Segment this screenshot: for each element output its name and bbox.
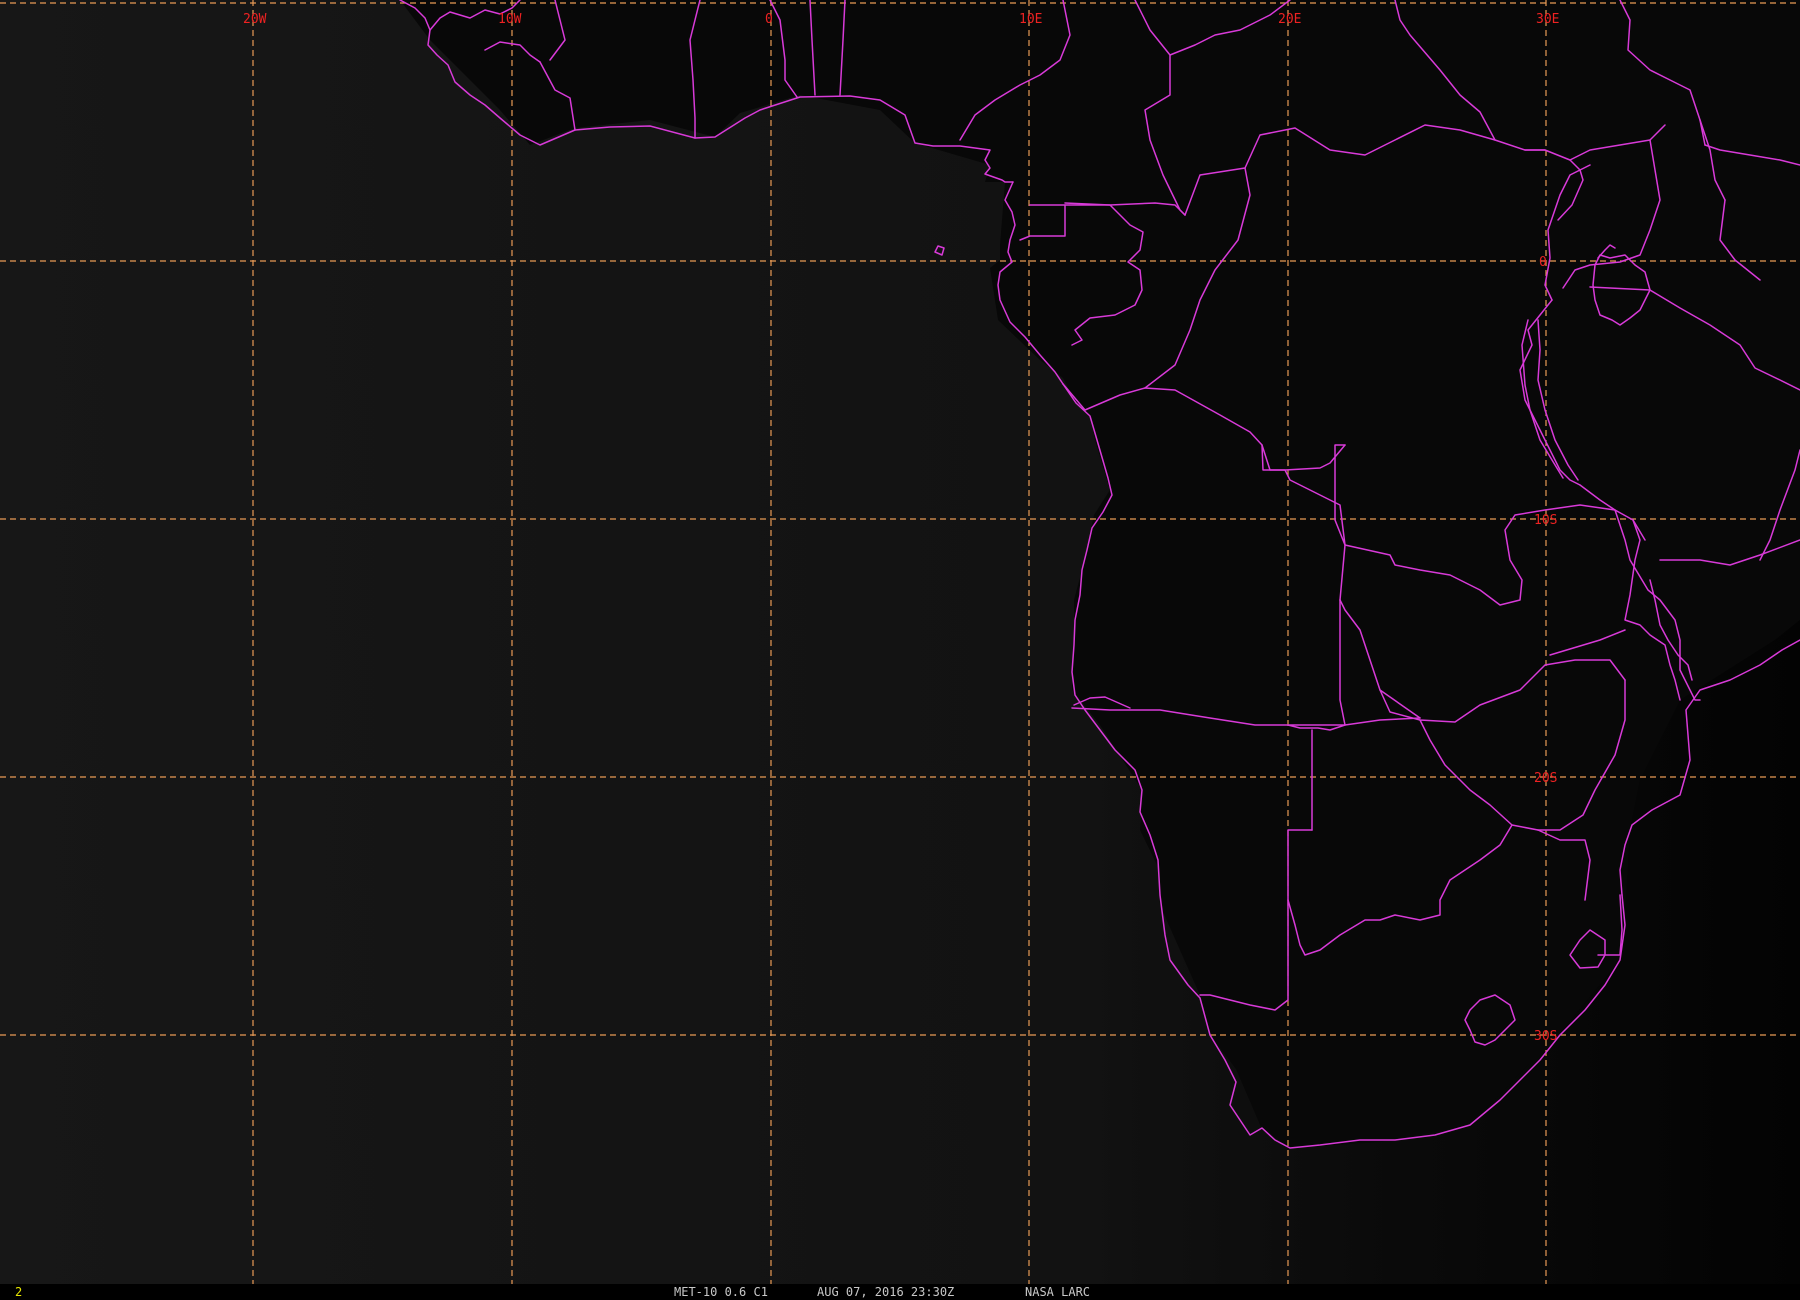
label-lat-10s: 10S bbox=[1534, 513, 1557, 528]
data-source-label: NASA LARC bbox=[1025, 1285, 1091, 1299]
label-lon-30e: 30E bbox=[1536, 12, 1559, 27]
label-lat-20s: 20S bbox=[1534, 771, 1557, 786]
label-lon-0: 0 bbox=[765, 12, 773, 27]
label-lat-0: 0 bbox=[1539, 255, 1547, 270]
status-bar: 2 MET-10 0.6 C1 AUG 07, 2016 23:30Z NASA… bbox=[0, 1284, 1800, 1300]
frame-number: 2 bbox=[15, 1285, 23, 1299]
map-canvas[interactable]: 20W 10W 0 10E 20E 30E 0 10S 20S 30S bbox=[0, 0, 1800, 1284]
label-lon-10e: 10E bbox=[1019, 12, 1042, 27]
label-lon-20e: 20E bbox=[1278, 12, 1301, 27]
label-lon-20w: 20W bbox=[243, 12, 267, 27]
label-lat-30s: 30S bbox=[1534, 1029, 1557, 1044]
image-datetime-label: AUG 07, 2016 23:30Z bbox=[817, 1285, 955, 1299]
satellite-map-view[interactable]: 20W 10W 0 10E 20E 30E 0 10S 20S 30S 2 ME… bbox=[0, 0, 1800, 1300]
satellite-channel-label: MET-10 0.6 C1 bbox=[674, 1285, 768, 1299]
label-lon-10w: 10W bbox=[498, 12, 522, 27]
